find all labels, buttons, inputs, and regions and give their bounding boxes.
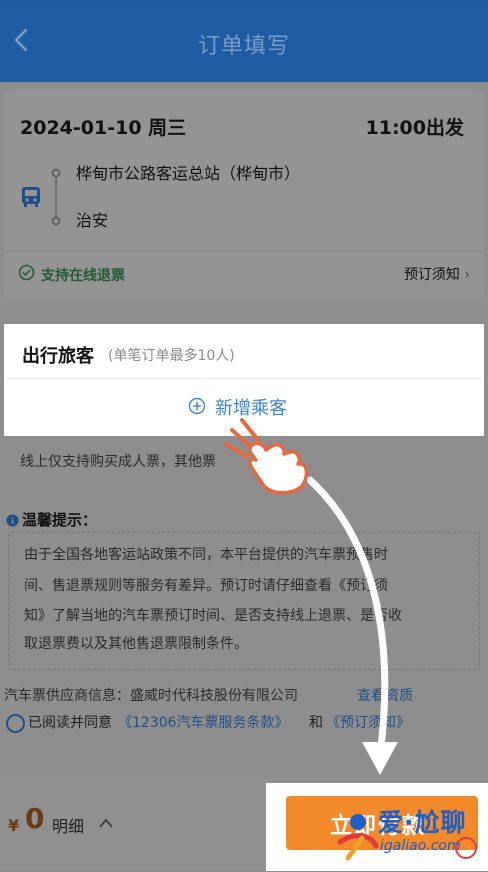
swipe-arrow-icon: [280, 470, 430, 790]
watermark-brand: 爱·尬聊: [378, 808, 467, 837]
traveler-section-title: 出行旅客: [22, 346, 94, 367]
supplier-info: 汽车票供应商信息：盛威时代科技股份有限公司: [4, 688, 298, 704]
tap-hand-icon: [222, 412, 310, 496]
plus-circle-icon[interactable]: [188, 397, 206, 415]
divider: [4, 250, 484, 251]
traveler-limit-note: (单笔订单最多10人): [108, 348, 235, 364]
trip-date: 2024-01-10 周三: [20, 117, 187, 139]
booking-notice-link[interactable]: 预订须知 ›: [404, 264, 470, 284]
divider: [4, 378, 484, 379]
tip-line: 取退票费以及其他售退票限制条件。: [24, 636, 248, 652]
chevron-up-icon[interactable]: [98, 815, 114, 829]
route-line: [51, 167, 61, 227]
agreement-prefix: 已阅读并同意: [28, 715, 112, 731]
watermark-url: igaliao.com: [380, 838, 461, 854]
arrival-station: 治安: [76, 211, 109, 230]
page-title: 订单填写: [197, 34, 290, 59]
info-icon: [6, 512, 19, 527]
booking-notice-label: 预订须知: [403, 267, 460, 283]
bus-icon: [18, 184, 44, 210]
service-terms-link[interactable]: 《12306汽车票服务条款》: [118, 712, 289, 732]
agreement-radio[interactable]: [6, 714, 25, 733]
online-refund-label: 支持在线退票: [41, 268, 125, 284]
trip-depart-time: 11:00出发: [365, 117, 464, 139]
tips-title: 温馨提示：: [22, 511, 98, 529]
check-circle-icon: [18, 264, 35, 281]
chevron-right-icon: ›: [464, 267, 470, 283]
currency-symbol: ¥: [8, 816, 20, 835]
departure-station: 桦甸市公路客运总站（桦甸市）: [76, 164, 301, 183]
total-price: 0: [25, 802, 45, 835]
price-detail-toggle[interactable]: 明细: [52, 813, 84, 837]
